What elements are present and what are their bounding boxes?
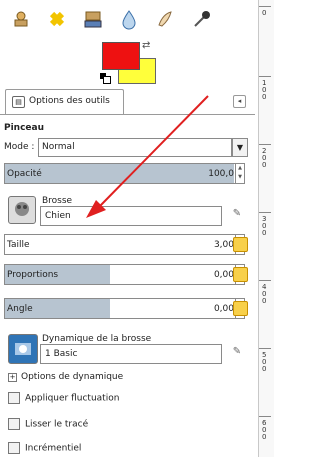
opacity-spinner[interactable]: ▲ ▼ <box>235 164 244 183</box>
swap-colors-icon[interactable]: ⇄ <box>142 40 150 51</box>
opacity-slider[interactable]: Opacité 100,0 ▲ ▼ <box>4 163 245 184</box>
dynamics-label: Dynamique de la brosse <box>42 334 152 344</box>
dynamics-name-field[interactable]: 1 Basic <box>40 344 222 364</box>
chevron-down-icon[interactable]: ▼ <box>232 138 248 157</box>
reset-angle-icon[interactable] <box>233 301 248 316</box>
dynamics-name: 1 Basic <box>45 349 78 359</box>
opacity-label: Opacité <box>7 169 42 179</box>
aspect-value: 0,00 <box>213 270 234 280</box>
aspect-slider[interactable]: Proportions 0,00 ▲▼ <box>4 264 245 285</box>
dodge-burn-icon[interactable] <box>190 8 212 30</box>
ruler-tick <box>259 280 271 281</box>
apply-jitter-checkbox[interactable]: Appliquer fluctuation <box>8 392 119 404</box>
dynamics-options-label: Options de dynamique <box>21 372 124 382</box>
ruler-label: 1 0 0 <box>262 79 267 101</box>
tab-label: Options des outils <box>29 96 110 106</box>
checkbox-box[interactable] <box>8 418 20 430</box>
opacity-value: 100,0 <box>208 169 234 179</box>
checkbox-box[interactable] <box>8 442 20 454</box>
tab-tool-options[interactable]: ▤ Options des outils <box>5 89 124 114</box>
brush-name: Chien <box>45 211 71 221</box>
angle-slider[interactable]: Angle 0,00 ▲▼ <box>4 298 245 319</box>
expand-plus-icon: + <box>8 373 17 382</box>
reset-size-icon[interactable] <box>233 237 248 252</box>
edit-brush-icon[interactable]: ✎ <box>230 208 244 222</box>
clone-stamp-icon[interactable] <box>10 8 32 30</box>
tool-options-icon: ▤ <box>12 96 25 108</box>
reset-aspect-icon[interactable] <box>233 267 248 282</box>
ruler-label: 2 0 0 <box>262 147 267 169</box>
incremental-checkbox[interactable]: Incrémentiel <box>8 442 81 454</box>
tool-title: Pinceau <box>4 123 45 133</box>
ruler-tick <box>259 348 271 349</box>
ruler-label: 0 <box>262 9 267 17</box>
apply-jitter-label: Appliquer fluctuation <box>25 393 120 404</box>
size-slider[interactable]: Taille 3,00 ▲▼ <box>4 234 245 255</box>
healing-icon[interactable] <box>46 8 68 30</box>
mode-select[interactable]: Normal <box>38 138 232 157</box>
incremental-label: Incrémentiel <box>25 443 82 454</box>
mode-value: Normal <box>42 142 75 152</box>
angle-value: 0,00 <box>213 304 234 314</box>
ruler-label: 3 0 0 <box>262 215 267 237</box>
ruler-tick <box>259 416 271 417</box>
smooth-stroke-label: Lisser le tracé <box>25 419 89 430</box>
checkbox-box[interactable] <box>8 392 20 404</box>
brush-preview[interactable] <box>8 196 36 224</box>
tab-menu-icon[interactable]: ◂ <box>233 95 246 108</box>
brush-label: Brosse <box>42 196 73 206</box>
mode-label: Mode : <box>4 142 35 152</box>
tab-bar: ▤ Options des outils ◂ <box>0 89 255 115</box>
size-value: 3,00 <box>213 240 234 250</box>
ruler-tick <box>259 76 271 77</box>
dynamics-preview[interactable] <box>8 334 38 364</box>
size-label: Taille <box>7 240 30 250</box>
foreground-color-swatch[interactable] <box>102 42 140 70</box>
angle-label: Angle <box>7 304 33 314</box>
ruler-label: 5 0 0 <box>262 351 267 373</box>
dynamics-options-expander[interactable]: + Options de dynamique <box>8 372 123 382</box>
smooth-stroke-checkbox[interactable]: Lisser le tracé <box>8 418 88 430</box>
smudge-icon[interactable] <box>154 8 176 30</box>
edit-dynamics-icon[interactable]: ✎ <box>230 346 244 360</box>
ruler-tick <box>259 144 271 145</box>
ruler-tick <box>259 6 271 7</box>
ruler-tick <box>259 212 271 213</box>
brush-name-field[interactable]: Chien <box>40 206 222 226</box>
ruler-label: 4 0 0 <box>262 283 267 305</box>
ruler-label: 6 0 0 <box>262 419 267 441</box>
default-colors-icon[interactable] <box>99 72 111 84</box>
aspect-label: Proportions <box>7 270 59 280</box>
blur-icon[interactable] <box>118 8 140 30</box>
perspective-clone-icon[interactable] <box>82 8 104 30</box>
